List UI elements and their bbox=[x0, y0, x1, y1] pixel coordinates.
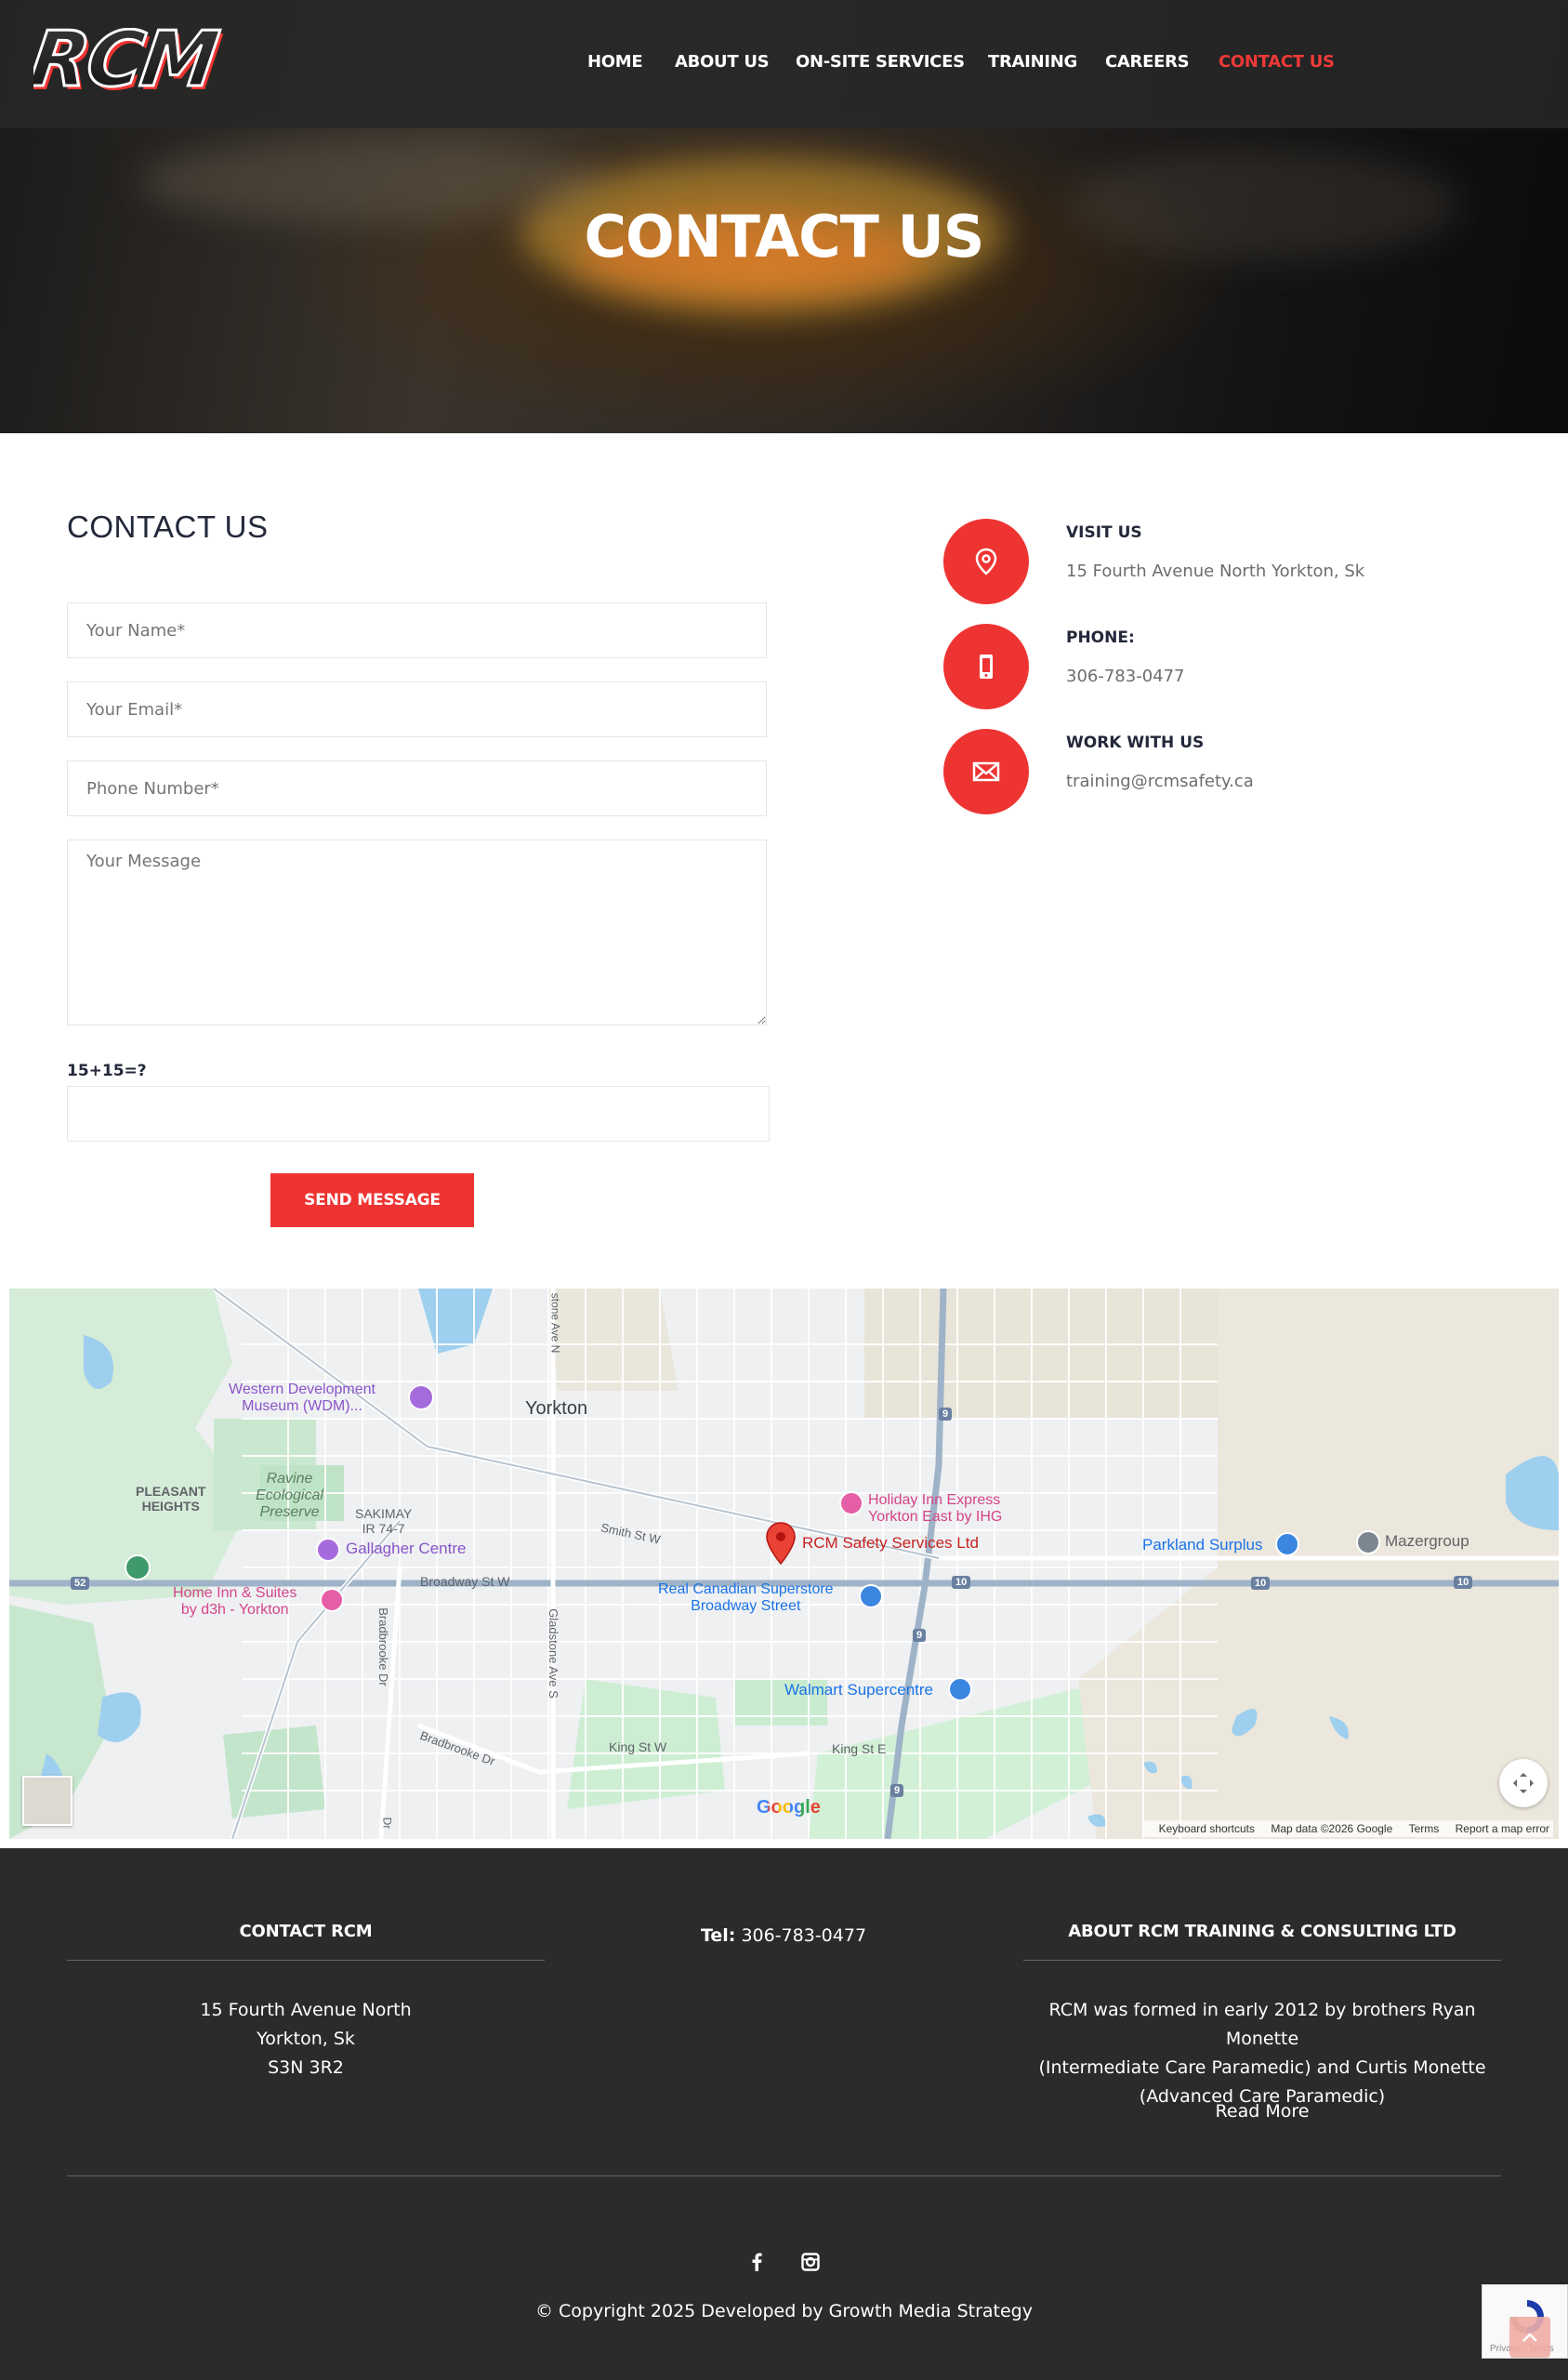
footer-tel-number[interactable]: 306-783-0477 bbox=[741, 1925, 866, 1946]
nav-home[interactable]: HOME bbox=[587, 52, 643, 72]
shopping-icon[interactable] bbox=[1275, 1532, 1299, 1556]
map-label-broadway: Broadway St W bbox=[420, 1574, 510, 1589]
map-label-bradbrooke-vertical: Bradbrooke Dr bbox=[376, 1607, 390, 1686]
map-label-rcm[interactable]: RCM Safety Services Ltd bbox=[802, 1534, 979, 1553]
highway-9-shield-south: 9 bbox=[913, 1629, 927, 1642]
highway-10-shield-east: 10 bbox=[1251, 1577, 1271, 1590]
map-label-walmart[interactable]: Walmart Supercentre bbox=[784, 1681, 933, 1699]
highway-52-shield: 52 bbox=[71, 1577, 90, 1590]
page-title: CONTACT US bbox=[584, 203, 985, 271]
message-textarea[interactable] bbox=[67, 840, 767, 1025]
footer-about-text: RCM was formed in early 2012 by brothers… bbox=[1038, 2000, 1486, 2107]
shopping-icon-walmart[interactable] bbox=[948, 1677, 972, 1701]
nav-contact-us[interactable]: CONTACT US bbox=[1219, 52, 1335, 72]
map-label-yorkton: Yorkton bbox=[525, 1398, 588, 1419]
phone-number[interactable]: 306-783-0477 bbox=[1066, 667, 1185, 686]
map-label-home-inn[interactable]: Home Inn & Suites by d3h - Yorkton bbox=[173, 1585, 296, 1619]
keyboard-shortcuts-link[interactable]: Keyboard shortcuts bbox=[1159, 1822, 1255, 1835]
footer-contact-heading: CONTACT RCM bbox=[239, 1922, 373, 1941]
map-label-dr: Dr bbox=[380, 1817, 394, 1830]
captcha-answer-input[interactable] bbox=[67, 1086, 770, 1142]
place-icon[interactable] bbox=[1356, 1530, 1380, 1554]
nav-training[interactable]: TRAINING bbox=[988, 52, 1077, 72]
map-label-gladstone: Gladstone Ave S bbox=[546, 1608, 560, 1699]
footer-bottom-divider bbox=[67, 2175, 1501, 2176]
contact-form-heading: CONTACT US bbox=[67, 509, 269, 544]
read-more-link[interactable]: Read More bbox=[1023, 2097, 1501, 2126]
map-label-wdm[interactable]: Western Development Museum (WDM)... bbox=[229, 1382, 376, 1415]
google-logo: Google bbox=[757, 1797, 821, 1818]
highway-10-shield: 10 bbox=[952, 1576, 971, 1589]
map-label-king-e: King St E bbox=[832, 1741, 887, 1756]
google-map[interactable]: Yorkton Western Development Museum (WDM).… bbox=[9, 1289, 1559, 1839]
chevron-up-icon bbox=[1522, 2333, 1537, 2342]
map-label-superstore[interactable]: Real Canadian Superstore Broadway Street bbox=[658, 1581, 834, 1615]
report-map-error-link[interactable]: Report a map error bbox=[1456, 1822, 1549, 1835]
map-label-pleasant-heights: PLEASANT HEIGHTS bbox=[136, 1484, 206, 1514]
golf-icon[interactable] bbox=[125, 1554, 151, 1580]
work-with-us-title: WORK WITH US bbox=[1066, 734, 1205, 752]
hotel-icon[interactable] bbox=[320, 1588, 344, 1612]
footer-divider bbox=[67, 1960, 545, 1961]
nav-about-us[interactable]: ABOUT US bbox=[675, 52, 770, 72]
send-message-button[interactable]: SEND MESSAGE bbox=[270, 1173, 474, 1227]
highway-9-shield: 9 bbox=[939, 1408, 953, 1421]
hotel-icon-holiday[interactable] bbox=[839, 1491, 863, 1515]
nav-careers[interactable]: CAREERS bbox=[1105, 52, 1190, 72]
email-input[interactable] bbox=[67, 681, 767, 737]
cart-icon[interactable] bbox=[859, 1584, 883, 1608]
highway-9-shield-bottom: 9 bbox=[890, 1784, 904, 1797]
footer-tel: Tel: 306-783-0477 bbox=[700, 1925, 867, 1946]
footer-about-heading: ABOUT RCM TRAINING & CONSULTING LTD bbox=[1068, 1922, 1456, 1941]
map-label-mazergroup[interactable]: Mazergroup bbox=[1385, 1532, 1469, 1551]
phone-input[interactable] bbox=[67, 760, 767, 816]
map-label-gladstone-north: stone Ave N bbox=[548, 1292, 562, 1354]
map-label-gallagher[interactable]: Gallagher Centre bbox=[346, 1540, 466, 1558]
highway-10-shield-far: 10 bbox=[1454, 1576, 1473, 1589]
venue-icon[interactable] bbox=[316, 1538, 340, 1562]
instagram-icon[interactable] bbox=[797, 2248, 824, 2276]
hero-banner: RCM RCM HOME ABOUT US ON-SITE SERVICES T… bbox=[0, 0, 1568, 433]
map-pin-icon[interactable] bbox=[765, 1521, 797, 1566]
visit-us-title: VISIT US bbox=[1066, 523, 1142, 542]
street-view-button[interactable] bbox=[22, 1776, 72, 1826]
envelope-icon bbox=[943, 729, 1029, 814]
facebook-icon[interactable] bbox=[743, 2248, 771, 2276]
location-pin-icon bbox=[943, 519, 1029, 604]
footer-address: 15 Fourth Avenue North Yorkton, Sk S3N 3… bbox=[200, 2000, 412, 2078]
phone-title: PHONE: bbox=[1066, 628, 1135, 647]
map-data-text: Map data ©2026 Google bbox=[1271, 1822, 1393, 1835]
fullscreen-button[interactable] bbox=[1499, 1759, 1548, 1807]
work-email[interactable]: training@rcmsafety.ca bbox=[1066, 772, 1254, 791]
captcha-question: 15+15=? bbox=[67, 1062, 147, 1080]
scroll-to-top-button[interactable] bbox=[1509, 2317, 1550, 2358]
map-label-ravine-preserve: Ravine Ecological Preserve bbox=[256, 1471, 323, 1520]
main-nav: HOME ABOUT US ON-SITE SERVICES TRAINING … bbox=[0, 52, 1568, 76]
terms-link[interactable]: Terms bbox=[1409, 1822, 1440, 1835]
mobile-phone-icon bbox=[943, 624, 1029, 709]
nav-on-site-services[interactable]: ON-SITE SERVICES bbox=[796, 52, 965, 72]
footer-divider-about bbox=[1023, 1960, 1501, 1961]
museum-icon[interactable] bbox=[408, 1384, 434, 1410]
map-label-sakimay: SAKIMAY IR 74-7 bbox=[355, 1506, 413, 1536]
map-label-holiday-inn[interactable]: Holiday Inn Express Yorkton East by IHG bbox=[868, 1492, 1002, 1526]
map-label-parkland-surplus[interactable]: Parkland Surplus bbox=[1142, 1536, 1262, 1554]
name-input[interactable] bbox=[67, 602, 767, 658]
map-label-king-w: King St W bbox=[609, 1739, 667, 1754]
map-attribution: Keyboard shortcuts Map data ©2026 Google… bbox=[1141, 1820, 1553, 1837]
copyright-text: © Copyright 2025 Developed by Growth Med… bbox=[535, 2301, 1033, 2321]
fullscreen-icon bbox=[1513, 1773, 1534, 1793]
visit-us-address: 15 Fourth Avenue North Yorkton, Sk bbox=[1066, 562, 1365, 581]
